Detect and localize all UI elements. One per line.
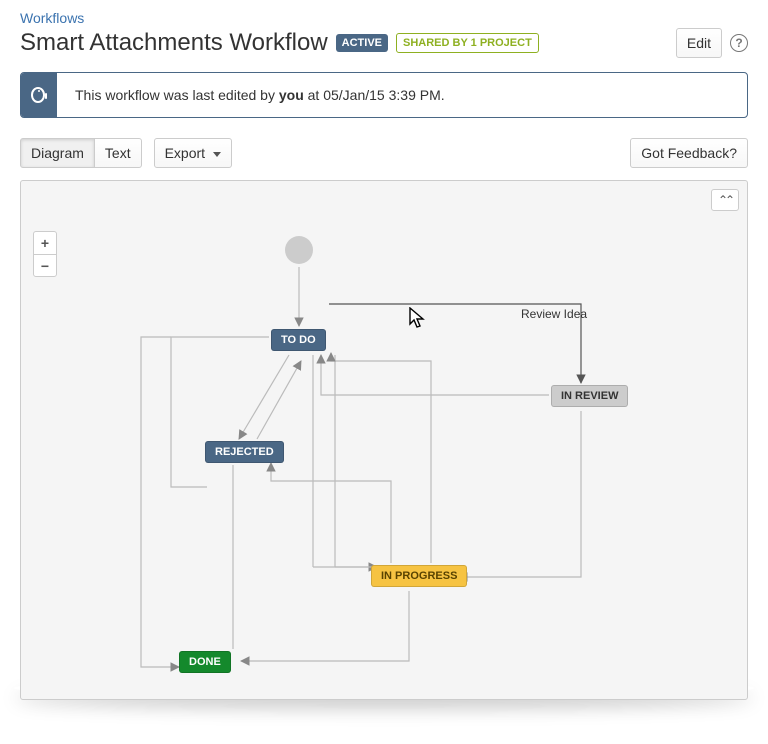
info-prefix: This workflow was last edited by xyxy=(75,87,279,103)
info-who: you xyxy=(279,87,304,103)
shared-prefix: SHARED BY xyxy=(403,37,471,49)
workflow-canvas[interactable]: + − xyxy=(20,180,748,700)
workflow-node-todo[interactable]: TO DO xyxy=(271,329,326,351)
info-when: 05/Jan/15 3:39 PM xyxy=(323,87,441,103)
info-suffix: . xyxy=(441,87,445,103)
workflow-node-done[interactable]: DONE xyxy=(179,651,231,673)
edge-label-review-idea: Review Idea xyxy=(521,307,587,321)
workflow-node-in-progress[interactable]: IN PROGRESS xyxy=(371,565,467,587)
info-banner: This workflow was last edited by you at … xyxy=(20,72,748,118)
workflow-node-rejected[interactable]: REJECTED xyxy=(205,441,284,463)
feedback-button[interactable]: Got Feedback? xyxy=(630,138,748,168)
tab-text[interactable]: Text xyxy=(94,138,142,168)
workflow-edges xyxy=(21,181,747,700)
tab-diagram[interactable]: Diagram xyxy=(20,138,95,168)
workflow-node-in-review[interactable]: IN REVIEW xyxy=(551,385,628,407)
status-badge-shared[interactable]: SHARED BY 1 PROJECT xyxy=(396,33,539,53)
info-text: This workflow was last edited by you at … xyxy=(57,73,463,117)
export-button[interactable]: Export xyxy=(154,138,232,168)
help-icon[interactable]: ? xyxy=(730,34,748,52)
status-badge-active: ACTIVE xyxy=(336,34,388,52)
workflow-start-node[interactable] xyxy=(285,236,313,264)
export-label: Export xyxy=(165,145,205,161)
chevron-down-icon xyxy=(213,152,221,157)
breadcrumb-link-workflows[interactable]: Workflows xyxy=(20,10,84,26)
page-title: Smart Attachments Workflow xyxy=(20,29,328,57)
view-toggle: Diagram Text xyxy=(20,138,142,168)
info-icon xyxy=(21,73,57,117)
edit-button[interactable]: Edit xyxy=(676,28,722,58)
shared-suffix: PROJECT xyxy=(477,37,532,49)
breadcrumb: Workflows xyxy=(20,10,748,26)
info-middle: at xyxy=(304,87,323,103)
